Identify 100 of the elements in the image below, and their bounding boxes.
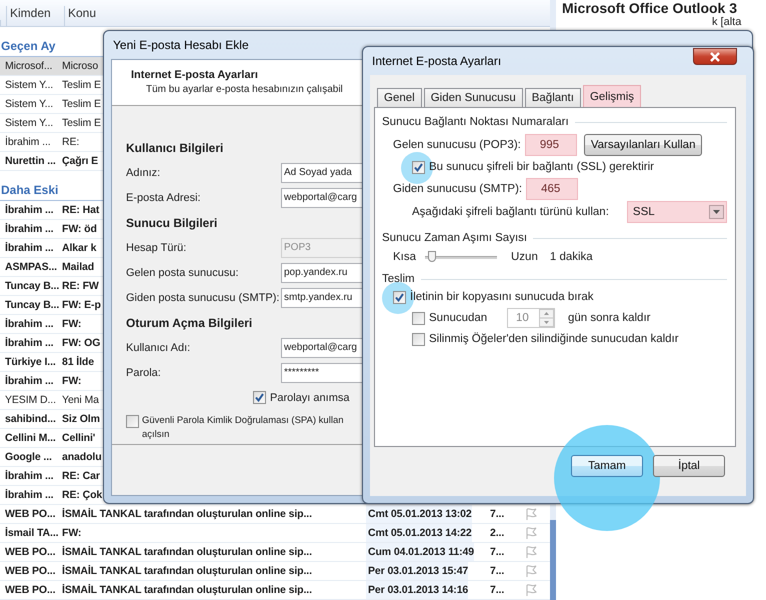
- sender: İbrahim ...: [4, 242, 54, 254]
- flag-icon[interactable]: [524, 526, 538, 540]
- defaults-button[interactable]: Varsayılanları Kullan: [584, 134, 702, 156]
- timeout-reading: 1 dakika: [550, 251, 593, 263]
- dialog-subtitle: Tüm bu ayarlar e-posta hesabınızın çalışabil: [146, 84, 343, 95]
- section-heading: Sunucu Bilgileri: [126, 216, 218, 230]
- subject: İSMAİL TANKAL tarafından oluşturulan online sip...: [61, 546, 312, 558]
- tab[interactable]: Gelişmiş: [582, 85, 642, 107]
- checkbox[interactable]: [253, 391, 266, 404]
- flag-icon[interactable]: [524, 507, 538, 521]
- checkbox[interactable]: [412, 160, 425, 174]
- mail-row[interactable]: İsmail TA... FW: Cmt 05.01.2013 14:22 2...: [0, 524, 550, 543]
- checkbox[interactable]: [126, 415, 139, 428]
- mail-row[interactable]: WEB PO... İSMAİL TANKAL tarafından oluşturulan online sip... Per 03.01.2013 15:47 7...: [0, 562, 550, 581]
- sender: Microsof...: [4, 60, 52, 72]
- received-date: Cum 04.01.2013 11:49: [366, 543, 474, 561]
- tab[interactable]: Genel: [377, 88, 422, 107]
- field-suffix: gün sonra kaldır: [568, 312, 650, 324]
- mail-row[interactable]: WEB PO... İSMAİL TANKAL tarafından oluşturulan online sip... Cum 04.01.2013 11:49 7...: [0, 543, 550, 562]
- subject: Cellini': [61, 432, 96, 444]
- subject: Çağrı E: [61, 155, 98, 167]
- sender: Google ...: [4, 451, 52, 463]
- sender: WEB PO...: [4, 565, 56, 577]
- subject: İSMAİL TANKAL tarafından oluşturulan online sip...: [61, 584, 312, 596]
- subject: FW:: [61, 318, 82, 330]
- mail-row[interactable]: WEB PO... İSMAİL TANKAL tarafından oluşturulan online sip... Cmt 05.01.2013 13:02 7...: [0, 505, 550, 524]
- encryption-dropdown[interactable]: SSL: [626, 201, 727, 223]
- checkbox[interactable]: [393, 290, 406, 304]
- sender: İbrahim ...: [4, 318, 54, 330]
- subject: Teslim E: [61, 79, 101, 91]
- received-date: Per 03.01.2013 14:16: [366, 581, 468, 599]
- sender: WEB PO...: [4, 508, 56, 520]
- sender: WEB PO...: [4, 584, 56, 596]
- size: 7...: [489, 508, 504, 520]
- field-label: Giden posta sunucusu (SMTP):: [126, 292, 280, 304]
- subject: RE: FW: [61, 280, 99, 292]
- caret-icon: [709, 205, 724, 219]
- checkbox-label: Parolayı anımsa: [270, 392, 350, 404]
- size: 7...: [489, 565, 504, 577]
- group-title: Sunucu Bağlantı Noktası Numaraları: [382, 116, 569, 128]
- received-date: Per 03.01.2013 15:47: [366, 562, 468, 580]
- subject: RE:: [61, 136, 80, 148]
- tab[interactable]: Bağlantı: [524, 88, 581, 107]
- days-spin-field[interactable]: 10: [507, 308, 555, 328]
- column-header[interactable]: Konu: [64, 6, 224, 26]
- subject: İSMAİL TANKAL tarafından oluşturulan online sip...: [61, 565, 312, 577]
- sender: sahibind...: [4, 413, 56, 425]
- checkbox[interactable]: [412, 332, 425, 346]
- sender: Sistem Y...: [4, 79, 54, 91]
- port-field[interactable]: 995: [524, 134, 577, 156]
- subject: 81 İlde: [61, 356, 94, 368]
- checkbox[interactable]: [412, 312, 425, 324]
- tab[interactable]: Giden Sunucusu: [424, 88, 523, 107]
- sender: YESIM D...: [4, 394, 56, 406]
- dialog-button[interactable]: Tamam: [571, 455, 643, 477]
- close-button[interactable]: [693, 48, 737, 65]
- slider-thumb[interactable]: [428, 251, 436, 262]
- close-icon: [709, 52, 721, 62]
- field-label: Gelen posta sunucusu:: [126, 266, 240, 278]
- size: 7...: [489, 546, 504, 558]
- subject: RE: Hat: [61, 204, 100, 216]
- sender: İbrahim ...: [4, 136, 51, 148]
- field-label: Aşağıdaki şifreli bağlantı türünü kullan:: [412, 206, 609, 218]
- spin-arrows-icon[interactable]: [539, 309, 554, 327]
- timeout-slider[interactable]: [425, 250, 497, 264]
- subject: RE: Car: [61, 470, 100, 482]
- flag-icon[interactable]: [524, 564, 538, 578]
- subject: FW:: [61, 375, 82, 387]
- flag-icon[interactable]: [524, 545, 538, 559]
- message-text: k [alta: [712, 16, 742, 28]
- sender: Nurettin ...: [4, 155, 56, 167]
- subject: İSMAİL TANKAL tarafından oluşturulan online sip...: [61, 508, 312, 520]
- checkbox-label: Sunucudan: [429, 312, 488, 324]
- subject: anadolu: [61, 451, 102, 463]
- sender: WEB PO...: [4, 546, 56, 558]
- subject: RE: Çok: [61, 489, 102, 501]
- subject: FW: E-p: [61, 299, 101, 311]
- sender: Tuncay B...: [4, 299, 60, 311]
- subject: Teslim E: [61, 117, 101, 129]
- checkbox-label: Güvenli Parola Kimlik Doğrulaması (SPA) kullan açılsın: [142, 414, 344, 442]
- dialog-button[interactable]: İptal: [653, 455, 725, 477]
- sender: ASMPAS...: [4, 261, 57, 273]
- port-field[interactable]: 465: [526, 178, 578, 200]
- sender: Sistem Y...: [4, 98, 54, 110]
- subject: Yeni Ma: [61, 394, 99, 406]
- subject: Microso: [61, 60, 98, 72]
- column-header[interactable]: Kimden: [6, 6, 64, 26]
- field-label: Parola:: [126, 366, 162, 378]
- field-label: Hesap Türü:: [126, 242, 188, 254]
- sender: İbrahim ...: [4, 223, 54, 235]
- sender: Sistem Y...: [4, 117, 54, 129]
- mail-row[interactable]: WEB PO... İSMAİL TANKAL tarafından oluşturulan online sip... Per 03.01.2013 14:16 7...: [0, 581, 550, 600]
- sender: İbrahim ...: [4, 337, 54, 349]
- flag-icon[interactable]: [524, 583, 538, 597]
- sender: İbrahim ...: [4, 204, 54, 216]
- sender: İsmail TA...: [4, 527, 58, 539]
- section-heading: Oturum Açma Bilgileri: [126, 316, 252, 330]
- window-title: Yeni E-posta Hesabı Ekle: [112, 37, 249, 54]
- field-label: Adınız:: [126, 166, 162, 178]
- checkbox-label: İletinin bir kopyasını sunucuda bırak: [410, 291, 594, 303]
